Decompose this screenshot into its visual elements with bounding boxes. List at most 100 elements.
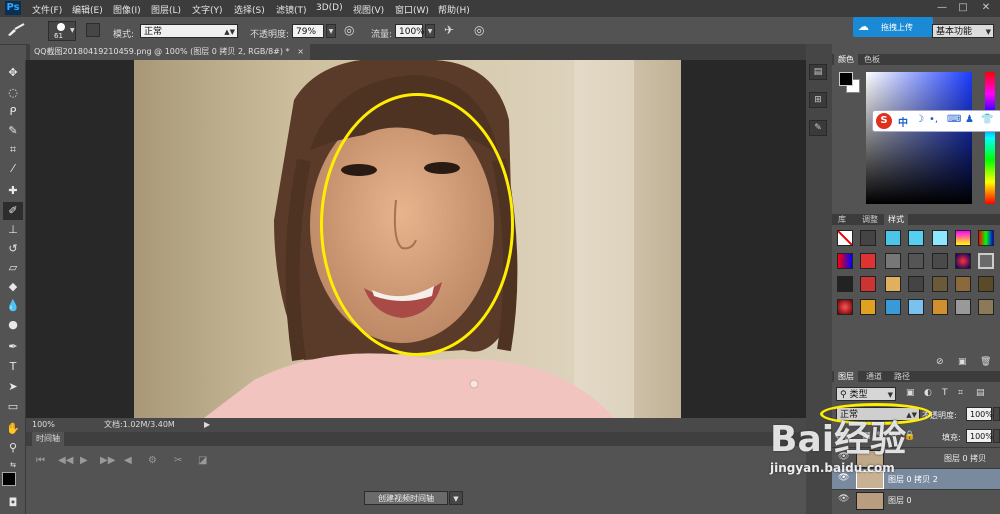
pressure-size-icon[interactable]: ◎ xyxy=(474,23,490,39)
close-tab-icon[interactable]: × xyxy=(297,44,304,60)
hand-tool-icon[interactable]: ✋ xyxy=(3,420,23,438)
brush-tool-icon[interactable]: ✐ xyxy=(3,202,23,220)
filter-adjustment-icon[interactable]: ◐ xyxy=(924,388,932,398)
tab-paths[interactable]: 路径 xyxy=(890,371,914,382)
ime-chinese-mode[interactable]: 中 xyxy=(898,114,908,129)
quick-select-tool-icon[interactable]: ✎ xyxy=(3,122,23,140)
tab-adjustments[interactable]: 调整 xyxy=(858,214,882,225)
menu-help[interactable]: 帮助(H) xyxy=(438,3,470,16)
first-frame-icon[interactable]: ⏮ xyxy=(36,455,45,466)
style-swatch[interactable] xyxy=(908,299,924,315)
style-swatch[interactable] xyxy=(908,253,924,269)
style-swatch[interactable] xyxy=(908,230,924,246)
eyedropper-tool-icon[interactable]: ⁄ xyxy=(3,160,23,178)
rectangle-tool-icon[interactable]: ▭ xyxy=(3,398,23,416)
menu-edit[interactable]: 编辑(E) xyxy=(72,3,103,16)
filter-pixel-icon[interactable]: ▣ xyxy=(906,388,915,398)
next-frame-icon[interactable]: ▶▶ xyxy=(100,455,115,466)
pressure-opacity-icon[interactable]: ◎ xyxy=(344,23,360,39)
properties-panel-icon[interactable]: ⊞ xyxy=(809,92,827,108)
style-swatch[interactable] xyxy=(978,230,994,246)
menu-3d[interactable]: 3D(D) xyxy=(316,3,343,13)
style-swatch[interactable] xyxy=(978,299,994,315)
menu-layer[interactable]: 图层(L) xyxy=(151,3,181,16)
style-swatch[interactable] xyxy=(978,253,994,269)
style-none-swatch[interactable] xyxy=(837,230,853,246)
style-swatch[interactable] xyxy=(837,253,853,269)
document-image[interactable] xyxy=(134,60,681,418)
style-swatch[interactable] xyxy=(885,253,901,269)
style-swatch[interactable] xyxy=(955,276,971,292)
flow-slider-toggle[interactable]: ▼ xyxy=(425,24,435,38)
style-swatch[interactable] xyxy=(955,230,971,246)
hue-slider[interactable] xyxy=(985,72,995,204)
layer-filter-select[interactable]: ⚲ 类型 ▼ xyxy=(836,387,896,401)
split-scissors-icon[interactable]: ✂ xyxy=(174,455,182,466)
eraser-tool-icon[interactable]: ▱ xyxy=(3,259,23,277)
style-swatch[interactable] xyxy=(860,253,876,269)
style-swatch[interactable] xyxy=(837,299,853,315)
ime-toolbar[interactable]: S 中 ☽ •, ⌨ ♟ 👕 xyxy=(872,110,1000,132)
path-selection-tool-icon[interactable]: ➤ xyxy=(3,378,23,396)
crop-tool-icon[interactable]: ⌗ xyxy=(3,141,23,159)
punctuation-icon[interactable]: •, xyxy=(929,114,938,125)
status-menu-arrow-icon[interactable]: ▶ xyxy=(204,418,210,432)
tab-swatches[interactable]: 色板 xyxy=(860,54,884,65)
brush-panel-toggle-icon[interactable] xyxy=(86,23,100,37)
new-style-icon[interactable]: ▣ xyxy=(958,357,967,367)
paint-bucket-tool-icon[interactable]: ◆ xyxy=(3,278,23,296)
menu-window[interactable]: 窗口(W) xyxy=(395,3,429,16)
previous-frame-icon[interactable]: ◀◀ xyxy=(58,455,73,466)
upload-widget[interactable]: ☁ 拖拽上传 xyxy=(853,17,933,37)
document-tab[interactable]: QQ截图20180419210459.png @ 100% (图层 0 拷贝 2… xyxy=(30,44,310,60)
clear-style-icon[interactable]: ⊘ xyxy=(936,357,944,367)
play-icon[interactable]: ▶ xyxy=(80,455,88,466)
timeline-dropdown-chevron-icon[interactable]: ▼ xyxy=(449,491,463,505)
style-swatch[interactable] xyxy=(955,253,971,269)
style-swatch[interactable] xyxy=(860,276,876,292)
healing-brush-tool-icon[interactable]: ✚ xyxy=(3,182,23,200)
style-swatch[interactable] xyxy=(932,299,948,315)
close-window-button[interactable]: ✕ xyxy=(976,0,996,15)
brush-preset-picker[interactable]: 61 ▼ xyxy=(48,21,76,41)
type-tool-icon[interactable]: T xyxy=(3,358,23,376)
skin-icon[interactable]: 👕 xyxy=(981,114,993,125)
create-video-timeline-button[interactable]: 创建视频时间轴 xyxy=(364,491,448,505)
menu-view[interactable]: 视图(V) xyxy=(353,3,384,16)
document-info[interactable]: 文档:1.02M/3.40M xyxy=(104,418,175,432)
filter-smart-object-icon[interactable]: ▤ xyxy=(976,388,985,398)
zoom-level[interactable]: 100% xyxy=(32,418,55,432)
pen-tool-icon[interactable]: ✒ xyxy=(3,338,23,356)
layer-opacity-input[interactable]: 100% xyxy=(966,407,993,421)
quick-mask-icon[interactable]: ◘ xyxy=(3,494,23,512)
history-panel-icon[interactable]: ▤ xyxy=(809,64,827,80)
history-brush-tool-icon[interactable]: ↺ xyxy=(3,240,23,258)
tab-styles[interactable]: 样式 xyxy=(884,214,908,225)
layer-opacity-slider-toggle[interactable] xyxy=(993,407,1000,421)
airbrush-icon[interactable]: ✈ xyxy=(444,23,460,39)
brush-presets-panel-icon[interactable]: ✎ xyxy=(809,120,827,136)
flow-input[interactable]: 100% xyxy=(395,24,425,38)
workspace-select[interactable]: 基本功能 ▼ xyxy=(932,24,994,38)
timeline-tab[interactable]: 时间轴 xyxy=(32,432,64,446)
style-swatch[interactable] xyxy=(860,299,876,315)
menu-filter[interactable]: 滤镜(T) xyxy=(276,3,307,16)
transition-icon[interactable]: ◪ xyxy=(198,455,207,466)
panel-foreground-swatch[interactable] xyxy=(839,72,853,86)
zoom-tool-icon[interactable]: ⚲ xyxy=(3,439,23,457)
style-swatch[interactable] xyxy=(932,276,948,292)
style-swatch[interactable] xyxy=(978,276,994,292)
marquee-tool-icon[interactable]: ◌ xyxy=(3,84,23,102)
style-swatch[interactable] xyxy=(885,299,901,315)
tab-layers[interactable]: 图层 xyxy=(834,371,858,382)
menu-type[interactable]: 文字(Y) xyxy=(192,3,223,16)
dodge-tool-icon[interactable]: ● xyxy=(3,316,23,334)
style-swatch[interactable] xyxy=(885,230,901,246)
tab-libraries[interactable]: 库 xyxy=(834,214,850,225)
filter-type-icon[interactable]: T xyxy=(942,388,948,398)
tab-color[interactable]: 颜色 xyxy=(834,54,858,65)
style-swatch[interactable] xyxy=(885,276,901,292)
style-swatch[interactable] xyxy=(932,230,948,246)
style-swatch[interactable] xyxy=(860,230,876,246)
clone-stamp-tool-icon[interactable]: ⊥ xyxy=(3,221,23,239)
